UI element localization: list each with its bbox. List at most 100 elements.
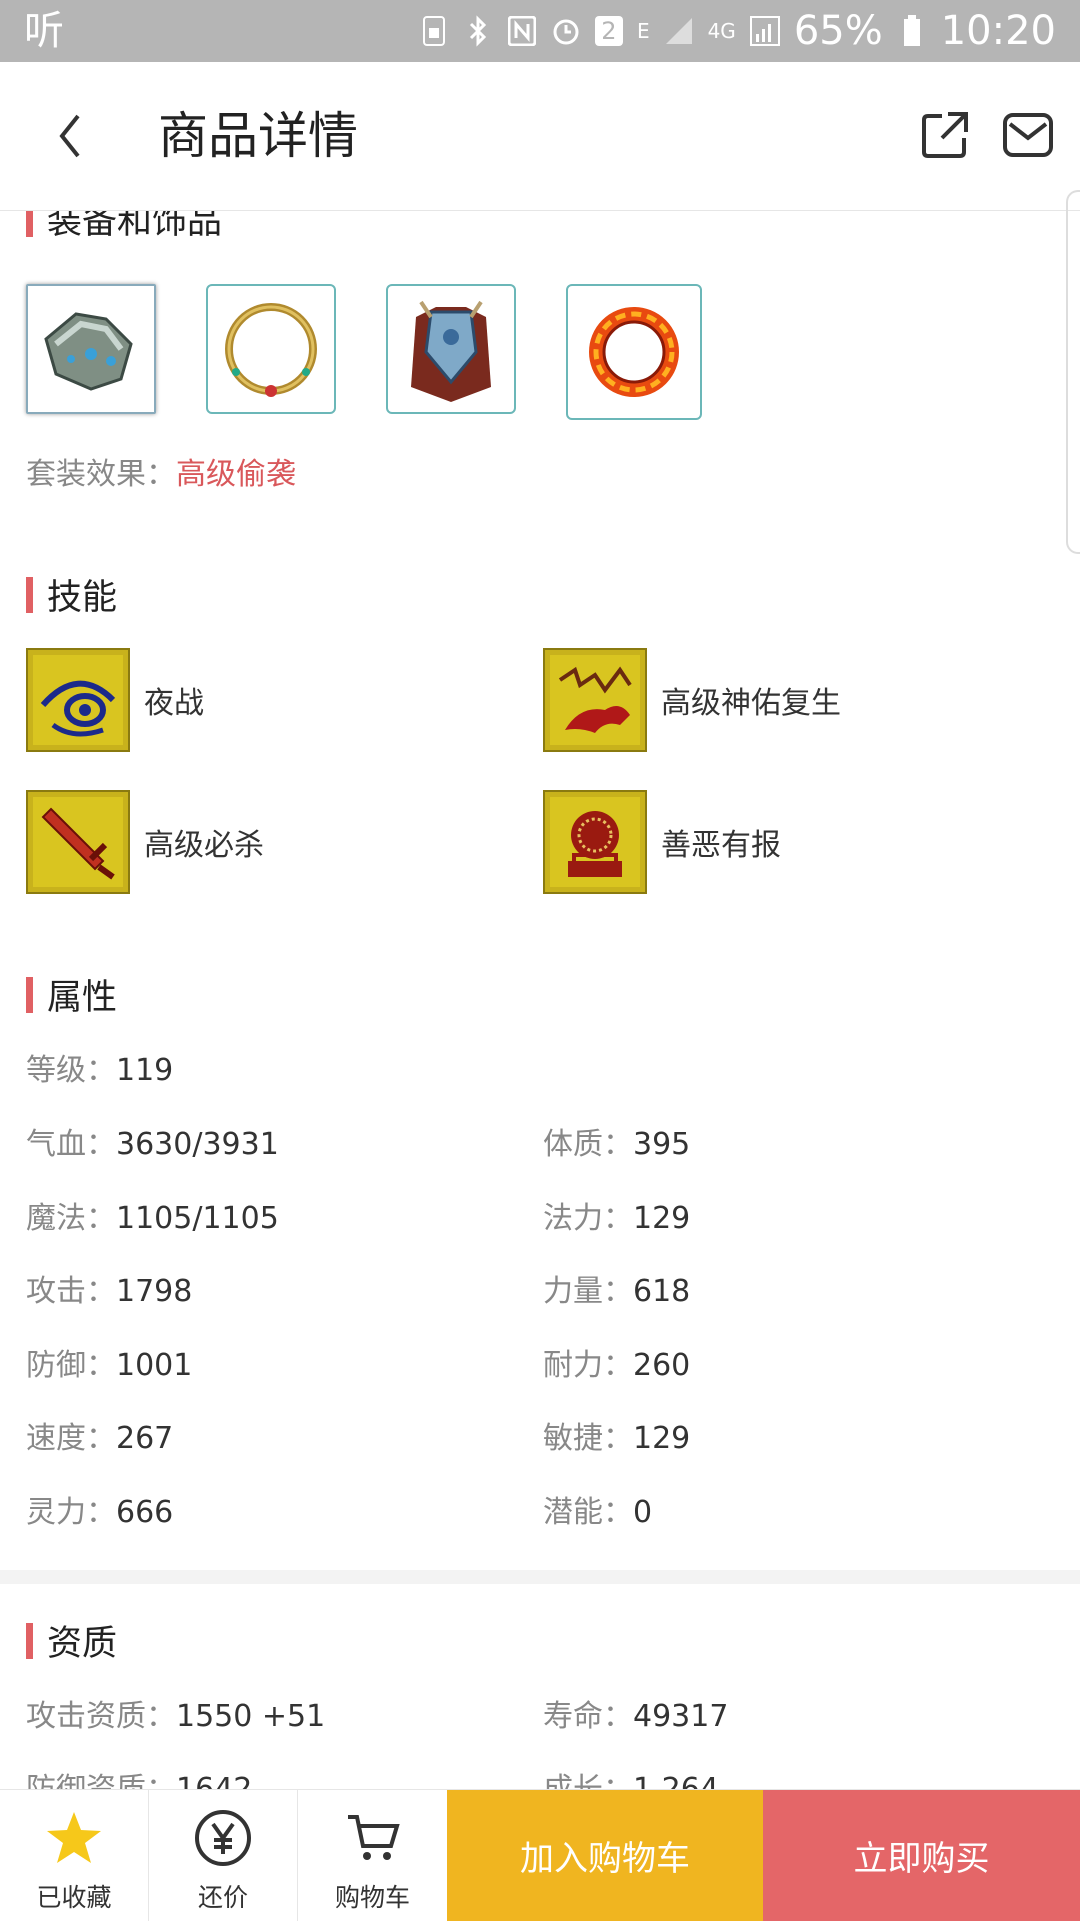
bargain-label: 还价 <box>197 1883 248 1912</box>
attr-label: 气血： <box>26 1127 116 1162</box>
app-header: 商品详情 <box>0 62 1080 211</box>
section-marker <box>26 976 33 1013</box>
add-to-cart-button[interactable]: 加入购物车 <box>447 1790 763 1921</box>
skill-item[interactable]: 夜战 <box>26 648 204 752</box>
attr-label: 寿命： <box>543 1699 633 1734</box>
attr-speed: 速度：267 <box>26 1413 173 1457</box>
battery-icon <box>897 14 927 48</box>
attr-value: 1550 +51 <box>176 1699 326 1734</box>
attributes-section-title: 属性 <box>26 969 117 1020</box>
attr-potential: 潜能：0 <box>543 1487 652 1531</box>
attr-label: 等级： <box>26 1053 116 1088</box>
sword-icon <box>26 790 130 894</box>
attr-mp: 魔法：1105/1105 <box>26 1193 279 1237</box>
aptitude-section-title: 资质 <box>26 1615 117 1666</box>
battery-percent: 65% <box>793 8 883 54</box>
network-type-label: E <box>636 19 650 43</box>
bracer-icon[interactable] <box>26 284 156 414</box>
attr-defense: 防御：1001 <box>26 1340 192 1384</box>
attr-label: 成长： <box>543 1772 633 1789</box>
message-icon[interactable] <box>1002 112 1054 158</box>
attributes-title-text: 属性 <box>47 978 118 1018</box>
attr-value: 1642 <box>176 1772 252 1789</box>
buy-now-button[interactable]: 立即购买 <box>763 1790 1080 1921</box>
skill-name: 夜战 <box>144 686 204 721</box>
attr-value: 1.264 <box>633 1772 719 1789</box>
content-area[interactable]: 装备和饰品 套装效果：高级偷袭 技能 夜战 高级神佑复生 高级必杀 善恶有报 属… <box>0 211 1080 1789</box>
attr-value: 618 <box>633 1274 691 1309</box>
favorite-button[interactable]: 已收藏 <box>0 1790 149 1921</box>
attr-attack: 攻击：1798 <box>26 1266 192 1310</box>
network-4g-label: 4G <box>707 19 736 43</box>
fire-ring-icon[interactable] <box>566 284 702 420</box>
star-icon <box>44 1808 104 1868</box>
bottom-action-bar: 已收藏 还价 购物车 加入购物车 立即购买 <box>0 1789 1080 1921</box>
attr-label: 力量： <box>543 1274 633 1309</box>
attr-label: 体质： <box>543 1127 633 1162</box>
skills-title-text: 技能 <box>47 578 118 618</box>
bargain-button[interactable]: 还价 <box>149 1790 298 1921</box>
skills-section-title: 技能 <box>26 569 117 620</box>
attr-value: 129 <box>633 1201 691 1236</box>
cart-icon <box>343 1808 403 1868</box>
attr-value: 666 <box>116 1495 174 1530</box>
set-effect: 套装效果：高级偷袭 <box>26 449 296 493</box>
attr-value: 267 <box>116 1421 174 1456</box>
attr-value: 395 <box>633 1127 691 1162</box>
skill-item[interactable]: 善恶有报 <box>543 790 781 894</box>
status-icons: 2 E 4G 65% 10:20 <box>419 8 1056 54</box>
clock: 10:20 <box>940 8 1056 54</box>
nfc-icon <box>507 14 537 48</box>
equipment-title-text: 装备和饰品 <box>47 211 223 242</box>
listen-app-icon: 听 <box>24 8 64 54</box>
attr-label: 潜能： <box>543 1495 633 1530</box>
attr-label: 防御资质： <box>26 1772 176 1789</box>
attr-value: 129 <box>633 1421 691 1456</box>
signal-icon <box>664 14 694 48</box>
attr-label: 攻击资质： <box>26 1699 176 1734</box>
equipment-list <box>26 284 702 420</box>
back-icon[interactable] <box>52 108 92 164</box>
necklace-icon[interactable] <box>206 284 336 414</box>
status-bar: 听 2 E 4G 65% 10:20 <box>0 0 1080 62</box>
attr-value: 3630/3931 <box>116 1127 279 1162</box>
attr-level: 等级：119 <box>26 1045 173 1089</box>
skill-item[interactable]: 高级神佑复生 <box>543 648 841 752</box>
section-marker <box>26 576 33 613</box>
alarm-icon <box>551 14 581 48</box>
attr-strength: 力量：618 <box>543 1266 690 1310</box>
attr-growth: 成长：1.264 <box>543 1764 719 1789</box>
attr-spirit: 灵力：666 <box>26 1487 173 1531</box>
armor-icon[interactable] <box>386 284 516 414</box>
attr-value: 1105/1105 <box>116 1201 279 1236</box>
skill-name: 高级必杀 <box>144 828 264 863</box>
section-divider <box>0 1570 1080 1584</box>
attr-value: 1001 <box>116 1348 193 1383</box>
attr-label: 敏捷： <box>543 1421 633 1456</box>
attr-magic: 法力：129 <box>543 1193 690 1237</box>
skill-item[interactable]: 高级必杀 <box>26 790 264 894</box>
attr-value: 119 <box>116 1053 174 1088</box>
attr-constitution: 体质：395 <box>543 1119 690 1163</box>
notification-badge: 2 <box>594 16 623 46</box>
attr-attack-aptitude: 攻击资质：1550 +51 <box>26 1691 325 1735</box>
set-effect-value: 高级偷袭 <box>176 457 296 492</box>
attr-endurance: 耐力：260 <box>543 1340 690 1384</box>
attr-label: 速度： <box>26 1421 116 1456</box>
yuan-icon <box>193 1808 253 1868</box>
seal-icon <box>543 790 647 894</box>
skill-name: 高级神佑复生 <box>661 686 841 721</box>
cart-button[interactable]: 购物车 <box>298 1790 447 1921</box>
attr-label: 法力： <box>543 1201 633 1236</box>
share-icon[interactable] <box>920 110 970 160</box>
equipment-section-title: 装备和饰品 <box>26 211 222 244</box>
attr-value: 260 <box>633 1348 691 1383</box>
attr-hp: 气血：3630/3931 <box>26 1119 279 1163</box>
section-marker <box>26 211 33 237</box>
attr-label: 耐力： <box>543 1348 633 1383</box>
page-title: 商品详情 <box>158 107 358 165</box>
attr-label: 攻击： <box>26 1274 116 1309</box>
attr-value: 0 <box>633 1495 653 1530</box>
skill-name: 善恶有报 <box>661 828 781 863</box>
attr-label: 灵力： <box>26 1495 116 1530</box>
